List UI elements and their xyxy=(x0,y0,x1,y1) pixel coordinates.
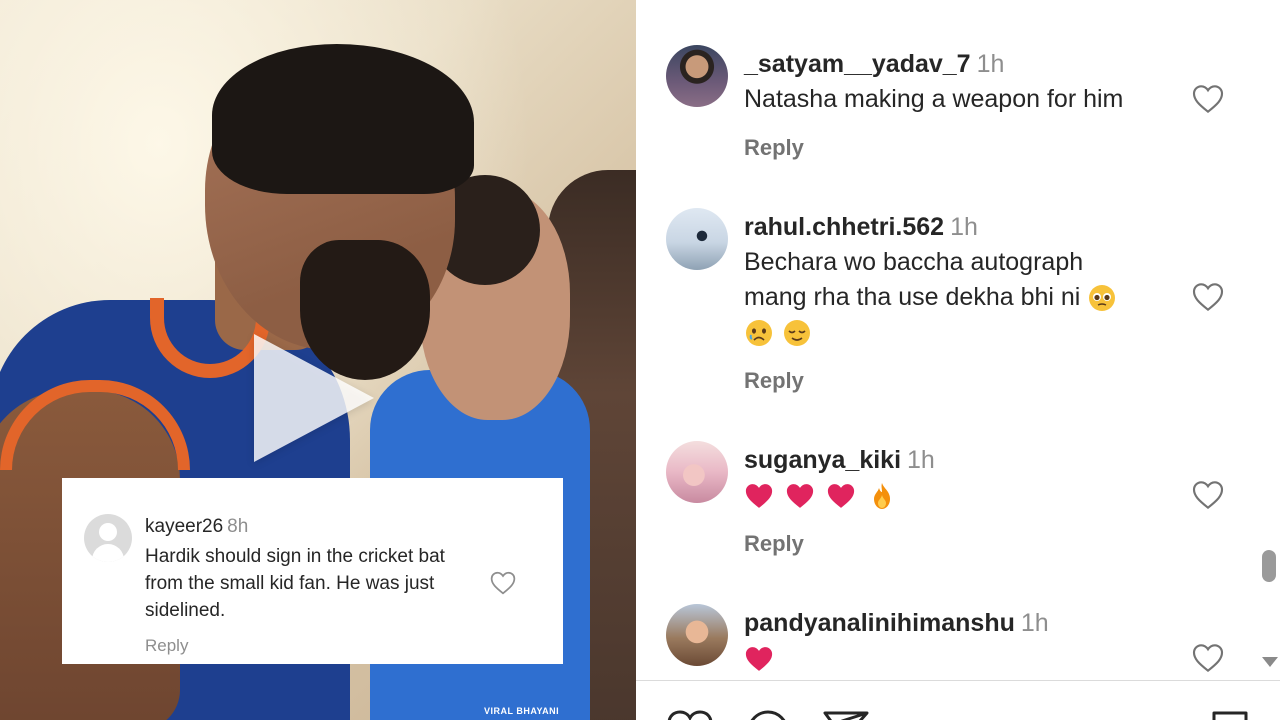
comment-timestamp: 8h xyxy=(227,516,249,537)
comment-timestamp: 1h xyxy=(1020,609,1049,637)
avatar[interactable] xyxy=(666,441,728,503)
comment-username[interactable]: _satyam__yadav_7 xyxy=(744,50,971,78)
fire-emoji-icon xyxy=(873,483,890,510)
comment-username[interactable]: kayeer26 xyxy=(145,516,223,537)
red-heart-emoji-icon xyxy=(786,484,814,509)
comment-username[interactable]: pandyanalinihimanshu xyxy=(744,609,1015,637)
comment-text-line: Bechara wo baccha autograph xyxy=(744,248,1084,276)
comment-text: Hardik should sign in the cricket bat fr… xyxy=(145,546,445,621)
avatar[interactable] xyxy=(666,45,728,107)
comments-panel: _satyam__yadav_7 1h Natasha making a weap… xyxy=(636,0,1280,720)
reply-button[interactable]: Reply xyxy=(744,135,804,161)
comment-text-line: mang rha tha use dekha bhi ni xyxy=(744,283,1081,311)
avatar[interactable] xyxy=(666,208,728,270)
comment-username[interactable]: rahul.chhetri.562 xyxy=(744,213,944,241)
comment-header: _satyam__yadav_7 1h xyxy=(744,50,1004,79)
default-avatar-head-icon xyxy=(99,523,117,541)
like-heart-icon[interactable] xyxy=(1192,480,1226,514)
comment-emoji-line xyxy=(744,478,1174,513)
pleading-face-emoji-icon xyxy=(1089,285,1116,312)
reply-button[interactable]: Reply xyxy=(744,368,804,394)
red-heart-emoji-icon xyxy=(827,484,855,509)
sad-face-emoji-icon xyxy=(746,320,772,347)
overlay-comment-header: kayeer26 8h xyxy=(145,516,248,538)
like-post-icon[interactable] xyxy=(666,709,714,720)
comment-text: Bechara wo baccha autograph mang rha tha… xyxy=(744,245,1174,350)
default-avatar-body-icon xyxy=(92,544,124,562)
scroll-down-arrow-icon[interactable] xyxy=(1262,657,1278,667)
comment-emoji-line xyxy=(744,315,1174,350)
like-heart-icon[interactable] xyxy=(1192,282,1226,316)
comment-text: Natasha making a weapon for him xyxy=(744,85,1124,113)
comment-header: suganya_kiki 1h xyxy=(744,446,935,475)
scrollbar-thumb[interactable] xyxy=(1262,550,1276,582)
post-action-bar xyxy=(636,680,1280,720)
comment-timestamp: 1h xyxy=(907,446,935,474)
reply-button[interactable]: Reply xyxy=(145,636,188,656)
save-bookmark-icon[interactable] xyxy=(1210,709,1250,720)
comment-text-line-with-emoji: mang rha tha use dekha bhi ni xyxy=(744,280,1174,315)
avatar[interactable] xyxy=(84,514,132,562)
comment-timestamp: 1h xyxy=(976,50,1005,78)
video-watermark: VIRAL BHAYANI xyxy=(484,706,560,716)
like-heart-icon[interactable] xyxy=(1192,84,1226,118)
like-heart-icon[interactable] xyxy=(1192,643,1226,677)
share-icon[interactable] xyxy=(822,709,870,720)
play-icon[interactable] xyxy=(254,334,374,462)
avatar[interactable] xyxy=(666,604,728,666)
red-heart-emoji-icon xyxy=(745,647,773,672)
like-heart-icon[interactable] xyxy=(490,571,516,600)
red-heart-emoji-icon xyxy=(745,484,773,509)
comment-header: pandyanalinihimanshu 1h xyxy=(744,609,1049,638)
comment-timestamp: 1h xyxy=(950,213,978,241)
comment-emoji-line xyxy=(744,641,1174,676)
comment-username[interactable]: suganya_kiki xyxy=(744,446,901,474)
relieved-face-emoji-icon xyxy=(784,320,810,347)
comment-icon[interactable] xyxy=(746,709,790,720)
reply-button[interactable]: Reply xyxy=(744,531,804,557)
comment-header: rahul.chhetri.562 1h xyxy=(744,213,978,242)
